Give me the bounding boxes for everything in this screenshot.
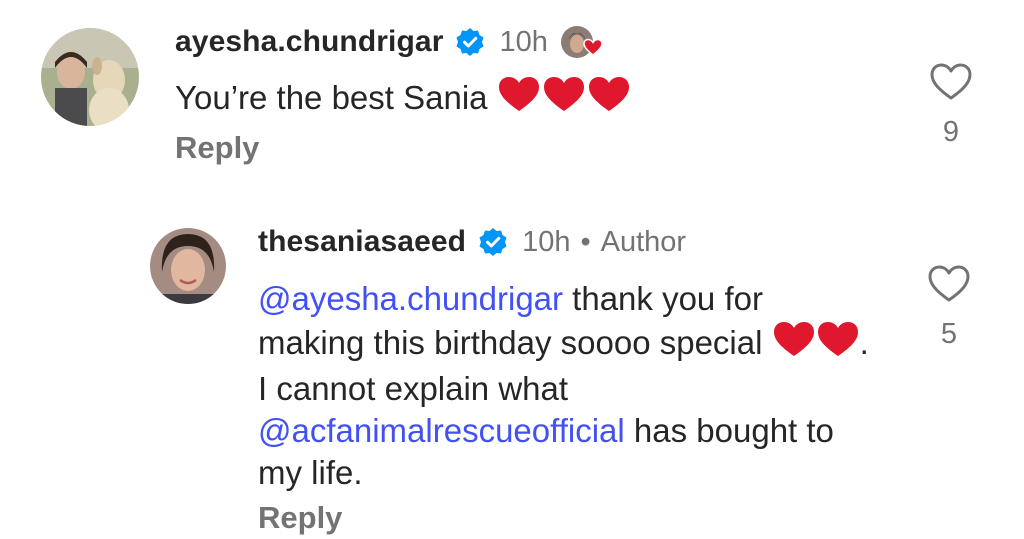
mention-link[interactable]: @acfanimalrescueofficial: [258, 412, 625, 449]
avatar[interactable]: [150, 228, 226, 304]
reply-button[interactable]: Reply: [258, 500, 342, 536]
avatar[interactable]: [41, 28, 139, 126]
username[interactable]: thesaniasaeed: [258, 225, 466, 259]
verified-badge-icon: [455, 27, 485, 57]
author-liked-heart-icon: [560, 24, 603, 60]
author-label: Author: [600, 225, 687, 258]
comment-body: You’re the best Sania: [175, 79, 488, 116]
red-heart-emoji-icon: [497, 75, 631, 123]
like-count: 5: [940, 318, 958, 350]
red-heart-emoji-icon: [772, 320, 860, 368]
timestamp: 10h: [499, 25, 548, 58]
reply-button[interactable]: Reply: [175, 130, 259, 166]
separator-dot: •: [580, 225, 591, 258]
verified-badge-icon: [478, 227, 508, 257]
timestamp: 10h: [522, 225, 571, 258]
comment-text: @ayesha.chundrigar thank you for making …: [258, 278, 878, 494]
comment-header: thesaniasaeed 10h • Author: [258, 222, 686, 262]
like-count: 9: [942, 116, 960, 148]
comment-header: ayesha.chundrigar 10h: [175, 22, 603, 62]
mention-link[interactable]: @ayesha.chundrigar: [258, 280, 563, 317]
username[interactable]: ayesha.chundrigar: [175, 25, 443, 59]
comment-item: ayesha.chundrigar 10h You’re the best Sa…: [0, 0, 1024, 200]
heart-outline-icon[interactable]: [929, 62, 973, 102]
heart-outline-icon[interactable]: [927, 264, 971, 304]
comment-text: You’re the best Sania: [175, 75, 875, 123]
reply-comment-item: thesaniasaeed 10h • Author @ayesha.chund…: [0, 200, 1024, 539]
